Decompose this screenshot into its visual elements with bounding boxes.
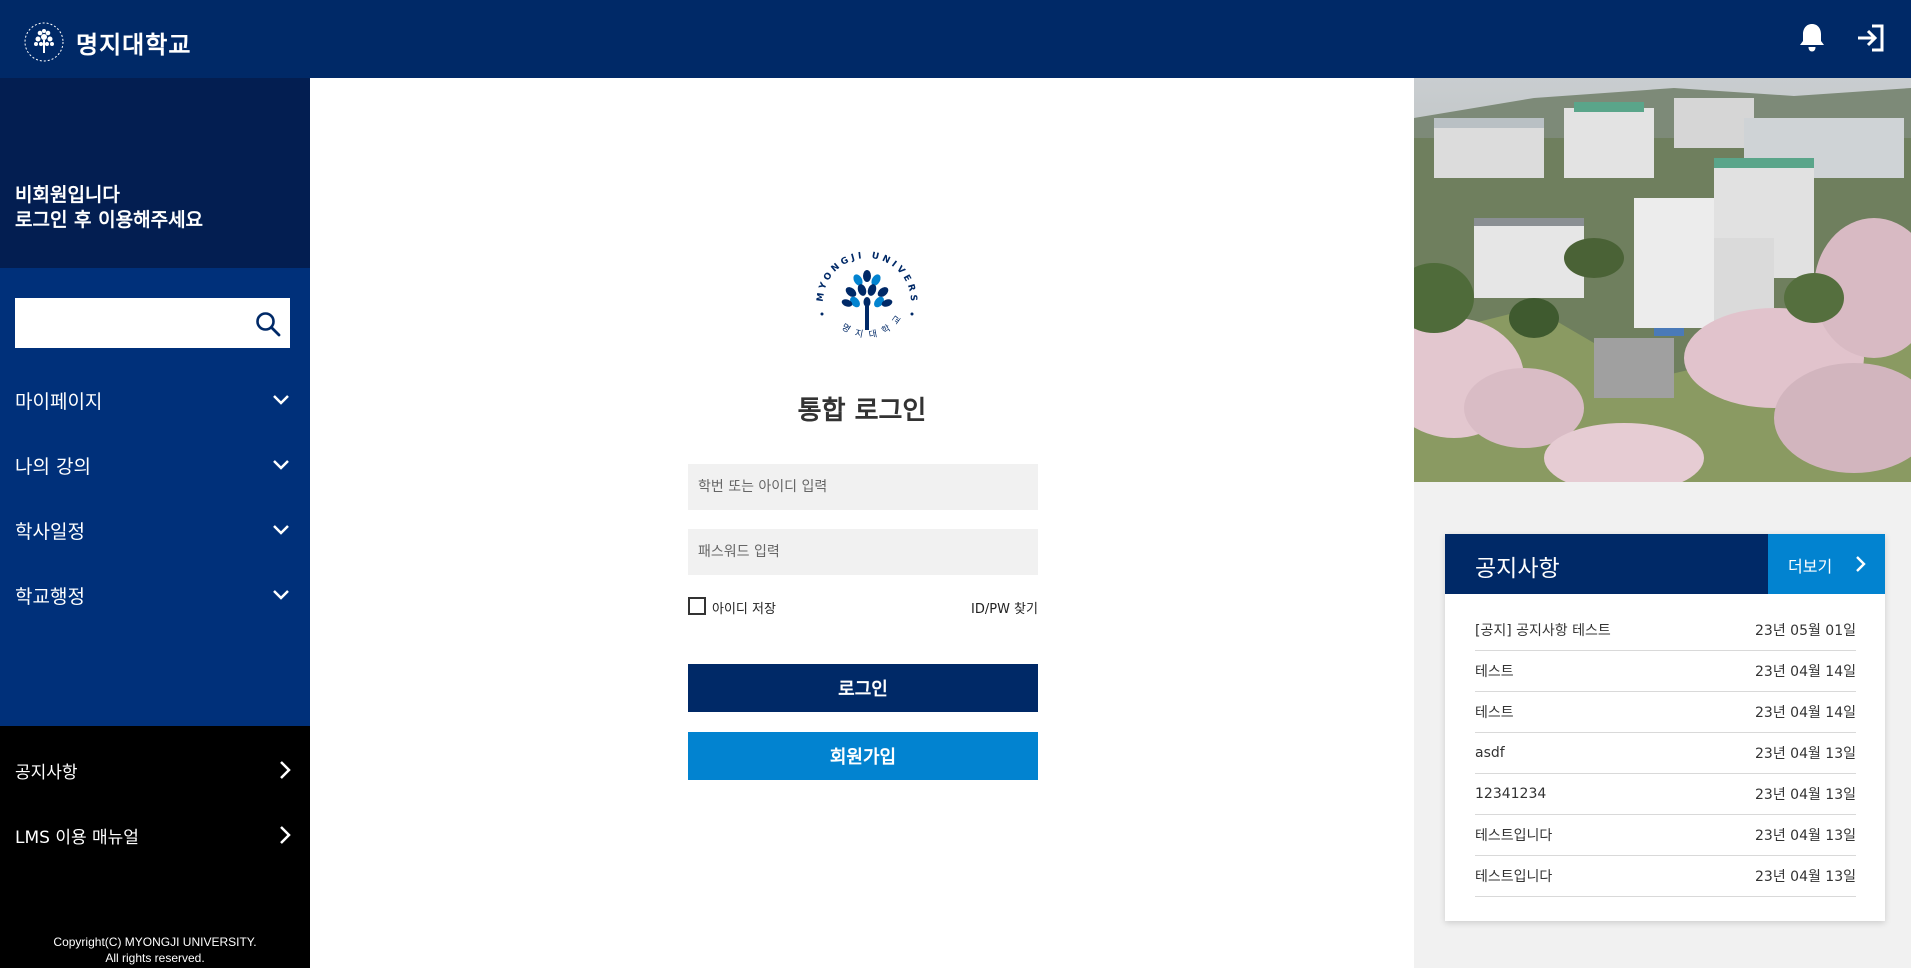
signup-button[interactable]: 회원가입 <box>688 732 1038 780</box>
notice-row[interactable]: 테스트입니다 23년 04월 13일 <box>1475 856 1856 897</box>
find-id-pw-link[interactable]: ID/PW 찾기 <box>971 598 1038 617</box>
sidebar-item-label: 학사일정 <box>15 521 85 543</box>
guest-message: 비회원입니다 로그인 후 이용해주세요 <box>15 183 203 233</box>
brand[interactable]: 명지대학교 <box>22 20 191 64</box>
notice-item-date: 23년 04월 13일 <box>1755 828 1856 844</box>
student-id-input[interactable] <box>688 464 1038 510</box>
notice-item-title: 테스트 <box>1475 705 1514 721</box>
notice-item-date: 23년 04월 14일 <box>1755 705 1856 721</box>
campus-photo <box>1414 78 1911 482</box>
notice-item-date: 23년 05월 01일 <box>1755 623 1856 639</box>
right-panel: 공지사항 더보기 [공지] 공지사항 테스트 23년 05월 01일 테스트 2… <box>1414 78 1911 968</box>
sidebar-item-label: 나의 강의 <box>15 456 91 478</box>
guest-status: 비회원입니다 <box>15 184 120 206</box>
chevron-down-icon <box>273 525 289 535</box>
university-emblem-icon: MYONGJI UNIVERSITY 명 지 대 학 교 <box>807 240 915 341</box>
sidebar-item-my-lectures[interactable]: 나의 강의 <box>0 440 310 490</box>
notice-row[interactable]: asdf 23년 04월 13일 <box>1475 733 1856 774</box>
notice-item-title: 테스트입니다 <box>1475 869 1553 885</box>
search-input[interactable] <box>15 298 245 348</box>
notice-board: 공지사항 더보기 [공지] 공지사항 테스트 23년 05월 01일 테스트 2… <box>1445 534 1885 921</box>
notice-row[interactable]: 12341234 23년 04월 13일 <box>1475 774 1856 815</box>
password-input[interactable] <box>688 529 1038 575</box>
login-prompt: 로그인 후 이용해주세요 <box>15 209 204 231</box>
notice-item-title: [공지] 공지사항 테스트 <box>1475 623 1611 639</box>
notice-item-title: 테스트 <box>1475 664 1514 680</box>
notice-item-date: 23년 04월 13일 <box>1755 869 1856 885</box>
bell-icon[interactable] <box>1794 20 1830 56</box>
notice-title: 공지사항 <box>1475 556 1560 582</box>
notice-item-date: 23년 04월 13일 <box>1755 746 1856 762</box>
chevron-down-icon <box>273 590 289 600</box>
login-button[interactable]: 로그인 <box>688 664 1038 712</box>
sidebar-nav: 마이페이지 나의 강의 학사일정 학교행정 <box>0 268 310 726</box>
svg-text:명 지 대 학 교: 명 지 대 학 교 <box>839 313 905 341</box>
top-bar: 명지대학교 <box>0 0 1911 78</box>
sidebar-link-notices[interactable]: 공지사항 <box>0 745 310 795</box>
login-title: 통합 로그인 <box>797 396 927 426</box>
notice-item-title: 테스트입니다 <box>1475 828 1553 844</box>
sign-in-icon[interactable] <box>1853 20 1889 56</box>
copyright: Copyright(C) MYONGJI UNIVERSITY. All rig… <box>0 934 310 966</box>
copyright-line: Copyright(C) MYONGJI UNIVERSITY. <box>53 935 257 949</box>
sidebar-item-school-admin[interactable]: 학교행정 <box>0 570 310 620</box>
copyright-line: All rights reserved. <box>105 951 205 965</box>
notice-more-label: 더보기 <box>1788 557 1833 576</box>
notice-row[interactable]: [공지] 공지사항 테스트 23년 05월 01일 <box>1475 610 1856 651</box>
remember-id-checkbox[interactable] <box>688 597 706 615</box>
sidebar: 비회원입니다 로그인 후 이용해주세요 마이페이지 나의 강의 학사일정 학교행… <box>0 78 310 968</box>
notice-row[interactable]: 테스트 23년 04월 14일 <box>1475 651 1856 692</box>
notice-more-button[interactable]: 더보기 <box>1768 534 1885 594</box>
chevron-down-icon <box>273 395 289 405</box>
chevron-right-icon <box>280 761 291 779</box>
notice-item-title: asdf <box>1475 745 1505 761</box>
search-icon[interactable] <box>254 310 282 338</box>
login-panel: MYONGJI UNIVERSITY 명 지 대 학 교 통합 로그인 아이디 … <box>310 78 1414 968</box>
sidebar-item-label: 마이페이지 <box>15 391 103 413</box>
chevron-down-icon <box>273 460 289 470</box>
university-logo-icon <box>24 22 64 62</box>
university-name: 명지대학교 <box>76 30 192 59</box>
notice-item-date: 23년 04월 14일 <box>1755 664 1856 680</box>
emblem-text-bottom: 명 지 대 학 교 <box>839 313 903 341</box>
sidebar-item-academic-calendar[interactable]: 학사일정 <box>0 505 310 555</box>
notice-item-date: 23년 04월 13일 <box>1755 787 1856 803</box>
sidebar-search[interactable] <box>15 298 290 348</box>
remember-id-label[interactable]: 아이디 저장 <box>712 598 776 617</box>
notice-list: [공지] 공지사항 테스트 23년 05월 01일 테스트 23년 04월 14… <box>1475 610 1856 897</box>
notice-header: 공지사항 더보기 <box>1445 534 1885 594</box>
notice-row[interactable]: 테스트입니다 23년 04월 13일 <box>1475 815 1856 856</box>
chevron-right-icon <box>280 826 291 844</box>
profile-panel: 비회원입니다 로그인 후 이용해주세요 <box>0 78 310 268</box>
notice-item-title: 12341234 <box>1475 786 1547 802</box>
sidebar-item-mypage[interactable]: 마이페이지 <box>0 375 310 425</box>
sidebar-item-label: 학교행정 <box>15 586 85 608</box>
chevron-right-icon <box>1856 556 1866 572</box>
sidebar-link-label: 공지사항 <box>15 763 78 783</box>
notice-row[interactable]: 테스트 23년 04월 14일 <box>1475 692 1856 733</box>
sidebar-link-lms-manual[interactable]: LMS 이용 매뉴얼 <box>0 810 310 860</box>
sidebar-link-label: LMS 이용 매뉴얼 <box>15 828 139 848</box>
